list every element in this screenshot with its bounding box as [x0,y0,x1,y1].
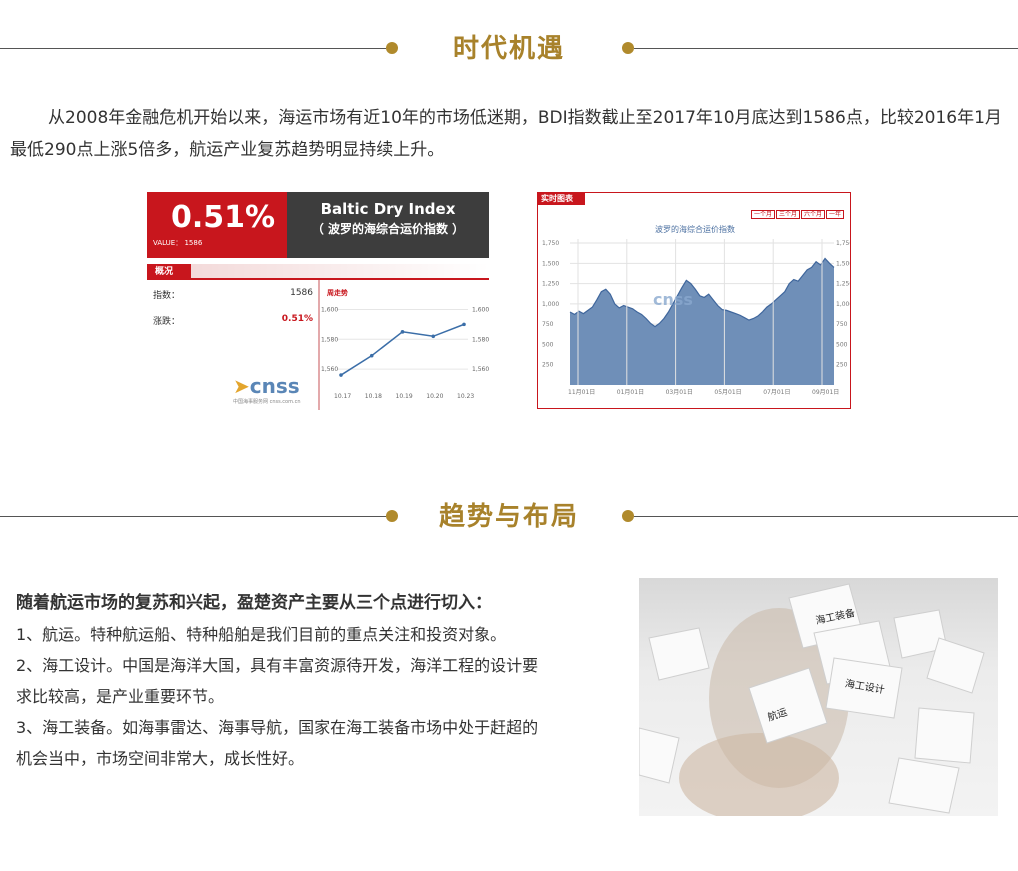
cnss-arrow-icon: ➤ [233,374,250,398]
y-tick-label: 1,580 [321,336,338,343]
header-rule-right [634,516,1018,517]
header-dot-right [622,42,634,54]
range-1m-button[interactable]: 一个月 [750,210,775,219]
bdi-title-cn: （ 波罗的海综合运价指数 ） [311,222,465,236]
header-dot-right [622,510,634,522]
y-tick-label-right: 1,750 [836,240,850,247]
data-point [431,334,436,339]
y-tick-label: 1,750 [542,240,559,247]
puzzle-piece [639,727,680,784]
x-tick-label: 07月01日 [763,389,790,396]
intro-text: 从2008年金融危机开始以来，海运市场有近10年的市场低迷期，BDI指数截止至2… [10,108,1002,160]
cnss-watermark-logo: cnss [653,290,693,309]
cnss-logo: ➤cnss [233,374,300,398]
range-3m-button[interactable]: 三个月 [775,210,800,219]
y-tick-label: 500 [542,341,554,348]
y-tick-label-right: 750 [836,321,848,328]
data-point [400,330,405,334]
y-tick-label: 250 [542,362,554,369]
strategy-text: 随着航运市场的复苏和兴起，盈楚资产主要从三个点进行切入： 1、航运。特种航运船、… [16,588,606,774]
strategy-item-2b: 求比较高，是产业重要环节。 [16,687,225,706]
strategy-item-2a: 2、海工设计。中国是海洋大国，具有丰富资源待开发，海洋工程的设计要 [16,656,539,675]
y-tick-label-right: 1,600 [472,306,489,313]
puzzle-photo: 海工装备 海工设计 航运 [639,578,998,816]
x-tick-label: 10.23 [457,393,474,400]
y-tick-label: 1,600 [321,306,338,313]
puzzle-piece [914,707,975,764]
x-tick-label: 10.20 [426,393,443,400]
y-tick-label-right: 500 [836,341,848,348]
cnss-logo-sub: 中国海事服务网 cnss.com.cn [233,399,301,405]
row-index-value: 1586 [290,288,313,298]
y-tick-label-right: 1,250 [836,281,850,288]
row-index-label: 指数： [153,291,181,301]
section-header-opportunity: 时代机遇 [0,34,1018,64]
realtime-tag: 实时图表 [538,193,585,205]
bdi-overview-card: 0.51% VALUE： 1586 Baltic Dry Index （ 波罗的… [147,192,489,410]
strategy-item-1: 1、航运。特种航运船、特种船舶是我们目前的重点关注和投资对象。 [16,625,507,644]
y-tick-label: 1,500 [542,260,559,267]
y-tick-label: 750 [542,321,554,328]
y-tick-label: 1,250 [542,281,559,288]
intro-paragraph: 从2008年金融危机开始以来，海运市场有近10年的市场低迷期，BDI指数截止至2… [10,102,1010,166]
bdi-area-chart: 1,750 1,750 1,500 1,500 1,250 1,250 1,000 1,000… [542,239,850,396]
weekly-trend-chart: 1,600 1,600 1,580 1,580 1,560 1,560 10.17 10.18… [321,306,489,400]
bdi-change-panel: 0.51% VALUE： 1586 [147,192,287,258]
range-6m-button[interactable]: 六个月 [800,210,825,219]
realtime-chart-title: 波罗的海综合运价指数 [655,225,735,234]
strategy-lead: 随着航运市场的复苏和兴起，盈楚资产主要从三个点进行切入： [16,593,492,613]
y-tick-label-right: 1,580 [472,336,489,343]
data-point [462,322,466,327]
range-controls: 一个月 三个月 六个月 一年 [750,209,844,219]
overview-tab[interactable]: 概况 [155,264,173,277]
x-tick-label: 10.19 [396,393,413,400]
puzzle-piece [888,757,960,814]
cnss-logo-text: cnss [249,374,300,398]
data-point [339,373,343,377]
strategy-item-3b: 机会当中，市场空间非常大，成长性好。 [16,749,305,768]
bdi-title-panel: Baltic Dry Index （ 波罗的海综合运价指数 ） [287,192,489,258]
area-fill [570,258,834,385]
row-index: 指数： 1586 [153,288,313,301]
range-1y-button[interactable]: 一年 [825,210,844,219]
bdi-title-en: Baltic Dry Index [320,200,456,218]
section-title: 趋势与布局 [438,502,579,532]
section-title: 时代机遇 [452,34,565,64]
bdi-percent: 0.51% [171,200,276,235]
x-tick-label: 09月01日 [812,389,839,396]
header-rule-right [634,48,1018,49]
x-tick-label: 05月01日 [714,389,741,396]
section-header-trend: 趋势与布局 [0,502,1018,532]
row-change-value: 0.51% [281,314,313,324]
bdi-value-label: VALUE： 1586 [153,239,203,247]
x-tick-label: 03月01日 [666,389,693,396]
y-tick-label-right: 1,500 [836,260,850,267]
row-change: 涨跌： 0.51% [153,314,313,327]
y-tick-label-right: 1,000 [836,301,850,308]
strategy-item-3a: 3、海工装备。如海事雷达、海事导航，国家在海工装备市场中处于赶超的 [16,718,539,737]
realtime-chart-card: 实时图表 一个月三个月六个月一年 波罗的海综合运价指数 1,7501,7501,… [537,192,851,409]
x-tick-label: 10.18 [365,393,382,400]
x-tick-label: 10.17 [334,393,351,400]
y-tick-label-right: 250 [836,362,848,369]
row-change-label: 涨跌： [153,317,181,327]
x-tick-label: 01月01日 [617,389,644,396]
y-tick-label: 1,000 [542,301,559,308]
overview-tab-band: 概况 [147,264,489,280]
y-tick-label-right: 1,560 [472,366,489,373]
data-point [369,353,374,358]
y-tick-label: 1,560 [321,366,338,373]
puzzle-piece [648,627,710,681]
x-tick-label: 11月01日 [568,389,595,396]
